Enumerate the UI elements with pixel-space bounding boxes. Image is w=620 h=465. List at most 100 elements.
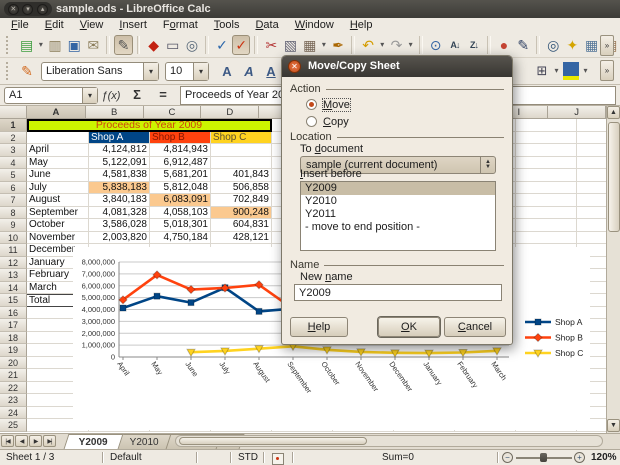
cell-row-label[interactable]: October xyxy=(27,219,89,232)
dropdown-spin-icon[interactable]: ▲▼ xyxy=(480,157,495,173)
scroll-up-button[interactable]: ▲ xyxy=(607,106,620,119)
hyperlink-icon[interactable]: ⊙ xyxy=(427,35,445,55)
zoom-in-button[interactable]: + xyxy=(574,452,585,463)
menu-tools[interactable]: Tools xyxy=(207,18,247,33)
window-close-button[interactable]: ✕ xyxy=(8,4,19,15)
row-header-21[interactable]: 21 xyxy=(0,369,27,382)
toolbar-overflow-button[interactable]: » xyxy=(600,60,614,81)
cell-row-label[interactable]: November xyxy=(27,232,89,245)
previous-sheet-button[interactable]: ◀ xyxy=(15,435,28,447)
cell[interactable]: 4,058,103 xyxy=(150,207,211,220)
cell[interactable] xyxy=(516,144,577,157)
cell-row-label[interactable]: April xyxy=(27,144,89,157)
cell[interactable]: 702,849 xyxy=(211,194,272,207)
copy-radio[interactable]: Copy xyxy=(306,115,349,128)
window-titlebar[interactable]: ✕ ▾ ▴ sample.ods - LibreOffice Calc xyxy=(0,0,620,18)
cell[interactable] xyxy=(577,169,606,182)
row-header-6[interactable]: 6 xyxy=(0,182,27,195)
new-document-dropdown[interactable]: ▾ xyxy=(37,35,45,55)
menu-help[interactable]: Help xyxy=(343,18,380,33)
cell[interactable] xyxy=(516,194,577,207)
row-header-19[interactable]: 19 xyxy=(0,344,27,357)
cell[interactable]: 5,838,183 xyxy=(89,182,150,195)
page-preview-icon[interactable]: ◎ xyxy=(183,35,201,55)
row-header-24[interactable]: 24 xyxy=(0,407,27,420)
cell[interactable] xyxy=(516,169,577,182)
new-document-icon[interactable]: ▤ xyxy=(18,35,36,55)
cell[interactable] xyxy=(516,182,577,195)
listbox-item[interactable]: Y2010 xyxy=(301,195,495,208)
row-header-1[interactable]: 1 xyxy=(0,119,27,132)
cell[interactable]: 4,750,184 xyxy=(150,232,211,245)
cell-row-label[interactable]: August xyxy=(27,194,89,207)
row-header-23[interactable]: 23 xyxy=(0,394,27,407)
sum-icon[interactable]: Σ xyxy=(125,86,149,103)
underline-button[interactable]: A xyxy=(261,61,281,81)
insert-chart-icon[interactable]: ● xyxy=(495,35,513,55)
styles-icon[interactable]: ✎ xyxy=(17,61,37,81)
cell[interactable]: 3,840,183 xyxy=(89,194,150,207)
print-icon[interactable]: ▭ xyxy=(164,35,182,55)
clone-formatting-icon[interactable]: ✒ xyxy=(329,35,347,55)
column-header-C[interactable]: C xyxy=(144,106,202,119)
row-header-8[interactable]: 8 xyxy=(0,207,27,220)
cell[interactable]: 5,681,201 xyxy=(150,169,211,182)
menu-insert[interactable]: Insert xyxy=(112,18,154,33)
move-radio[interactable]: Move xyxy=(306,98,350,111)
cell-shop-header[interactable]: Shop A xyxy=(89,132,150,145)
next-sheet-button[interactable]: ▶ xyxy=(29,435,42,447)
menu-format[interactable]: Format xyxy=(156,18,205,33)
cell[interactable]: 4,814,943 xyxy=(150,144,211,157)
toolbar-grip[interactable] xyxy=(6,36,13,54)
window-minimize-button[interactable]: ▾ xyxy=(22,4,33,15)
cell[interactable]: 6,083,091 xyxy=(150,194,211,207)
column-header-A[interactable]: A xyxy=(27,106,86,119)
cell[interactable] xyxy=(577,144,606,157)
font-size-combobox[interactable]: 10 ▾ xyxy=(165,62,209,81)
toolbar-overflow-button[interactable]: » xyxy=(600,35,614,56)
row-header-13[interactable]: 13 xyxy=(0,269,27,282)
row-header-22[interactable]: 22 xyxy=(0,382,27,395)
font-name-dropdown-icon[interactable]: ▾ xyxy=(143,63,158,80)
spellcheck-icon[interactable]: ✓ xyxy=(213,35,231,55)
cancel-button[interactable]: Cancel xyxy=(444,317,506,337)
row-header-25[interactable]: 25 xyxy=(0,419,27,432)
cell[interactable] xyxy=(577,182,606,195)
menu-edit[interactable]: Edit xyxy=(38,18,71,33)
selection-mode-status[interactable]: STD xyxy=(238,451,258,465)
bold-button[interactable]: A xyxy=(217,61,237,81)
row-header-12[interactable]: 12 xyxy=(0,257,27,270)
insert-before-listbox[interactable]: Y2009Y2010Y2011- move to end position - xyxy=(300,181,496,251)
cell[interactable] xyxy=(516,219,577,232)
listbox-item[interactable]: Y2011 xyxy=(301,208,495,221)
cell[interactable]: 4,581,838 xyxy=(89,169,150,182)
cell-shop-header[interactable]: Shop C xyxy=(211,132,272,145)
cell[interactable] xyxy=(516,132,577,145)
menu-file[interactable]: File xyxy=(4,18,36,33)
sheet-tab-y2009[interactable]: Y2009 xyxy=(64,434,124,449)
name-box[interactable]: A1 ▾ xyxy=(4,87,98,104)
cell[interactable]: 5,812,048 xyxy=(150,182,211,195)
background-color-dropdown[interactable]: ▾ xyxy=(581,61,590,81)
navigator-icon[interactable]: ✦ xyxy=(563,35,581,55)
new-name-input[interactable]: Y2009 xyxy=(294,284,502,301)
sort-ascending-icon[interactable]: A↓ xyxy=(446,35,464,55)
horizontal-scrollbar[interactable] xyxy=(175,435,603,447)
cell[interactable]: 401,843 xyxy=(211,169,272,182)
row-header-4[interactable]: 4 xyxy=(0,157,27,170)
row-header-16[interactable]: 16 xyxy=(0,307,27,320)
cell-row-label[interactable]: May xyxy=(27,157,89,170)
redo-dropdown[interactable]: ▾ xyxy=(407,35,415,55)
ok-button[interactable]: OK xyxy=(378,317,440,337)
cell[interactable]: 5,018,301 xyxy=(150,219,211,232)
font-size-dropdown-icon[interactable]: ▾ xyxy=(193,63,208,80)
row-header-18[interactable]: 18 xyxy=(0,332,27,345)
row-header-17[interactable]: 17 xyxy=(0,319,27,332)
find-replace-icon[interactable]: ◎ xyxy=(544,35,562,55)
cell-row-label[interactable]: September xyxy=(27,207,89,220)
grid-corner-box[interactable] xyxy=(0,106,27,119)
cell[interactable] xyxy=(211,144,272,157)
first-sheet-button[interactable]: |◀ xyxy=(1,435,14,447)
dialog-titlebar[interactable]: ✕ Move/Copy Sheet xyxy=(282,56,512,77)
export-pdf-icon[interactable]: ◆ xyxy=(144,35,162,55)
